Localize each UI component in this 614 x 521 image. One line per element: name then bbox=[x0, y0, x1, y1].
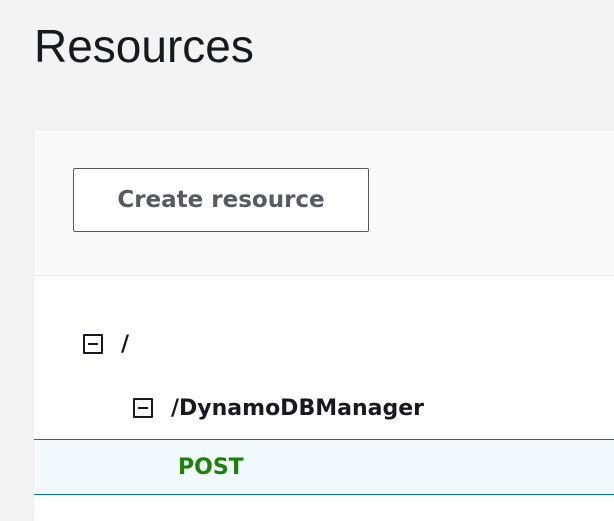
resource-path-dynamodbmanager[interactable]: /DynamoDBManager bbox=[171, 396, 424, 421]
resource-path-root[interactable]: / bbox=[121, 332, 129, 357]
collapse-icon[interactable] bbox=[83, 334, 103, 354]
tree-method-post-selected[interactable]: POST bbox=[34, 439, 614, 495]
resources-panel: Create resource / /DynamoDBManager POST bbox=[33, 129, 614, 521]
create-resource-button[interactable]: Create resource bbox=[73, 168, 369, 232]
method-post-label[interactable]: POST bbox=[178, 455, 244, 480]
tree-node-dynamodbmanager[interactable]: /DynamoDBManager bbox=[34, 389, 614, 427]
tree-node-root[interactable]: / bbox=[34, 325, 614, 363]
collapse-icon[interactable] bbox=[133, 398, 153, 418]
page-title: Resources bbox=[34, 20, 254, 72]
resources-panel-header: Create resource bbox=[34, 130, 614, 276]
